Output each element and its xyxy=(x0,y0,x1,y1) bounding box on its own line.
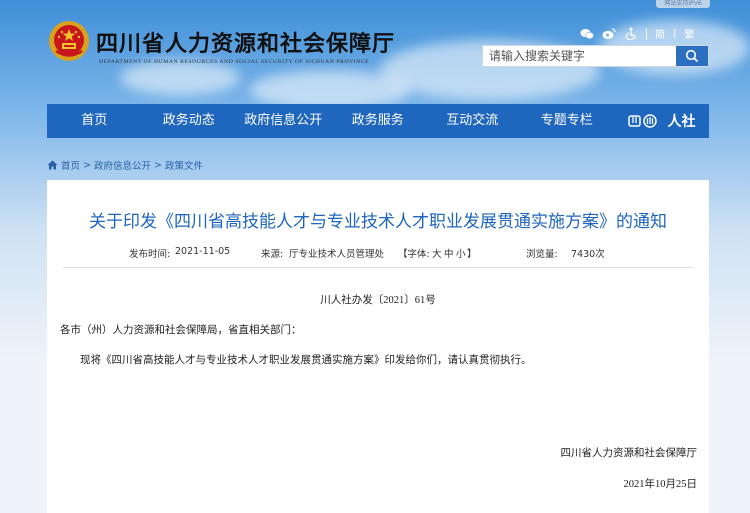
home-icon xyxy=(47,160,58,170)
document-number: 川人社办发〔2021〕61号 xyxy=(320,295,436,306)
nav-logo-text: 人社 xyxy=(667,114,696,130)
breadcrumb-separator: > xyxy=(154,159,162,171)
ipv6-badge: 网站支持IPV6 xyxy=(656,0,710,8)
nav-item-gov-info[interactable]: 政府信息公开 xyxy=(236,104,331,138)
nav-item-interaction[interactable]: 互动交流 xyxy=(425,104,520,138)
article-panel: 关于印发《四川省高技能人才与专业技术人才职业发展贯通实施方案》的通知 发布时间:… xyxy=(47,180,709,513)
site-subtitle: DEPARTMENT OF HUMAN RESOURCES AND SOCIAL… xyxy=(99,59,370,65)
sichuan-logo-icon xyxy=(627,114,657,128)
font-size-close: 】 xyxy=(467,249,477,260)
font-size-large-button[interactable]: 大 xyxy=(432,246,442,260)
addressee: 各市（州）人力资源和社会保障局，省直相关部门： xyxy=(60,325,302,336)
lang-simplified-link[interactable]: 简 xyxy=(655,26,665,41)
nav-item-topics[interactable]: 专题专栏 xyxy=(520,104,615,138)
signature-date: 2021年10月25日 xyxy=(623,479,698,490)
nav-item-news[interactable]: 政务动态 xyxy=(142,104,237,138)
cloud-decoration xyxy=(120,60,240,95)
source-value: 厅专业技术人员管理处 xyxy=(289,249,385,260)
utility-bar: 简 | 繁 xyxy=(580,26,694,41)
lang-traditional-link[interactable]: 繁 xyxy=(684,26,694,41)
sichuan-hrss-logo[interactable]: 人社 xyxy=(614,111,709,131)
wechat-icon[interactable] xyxy=(580,27,594,41)
article-meta: 发布时间: 2021-11-05 来源: 厅专业技术人员管理处 【字体: 大 中… xyxy=(47,244,709,262)
article-title: 关于印发《四川省高技能人才与专业技术人才职业发展贯通实施方案》的通知 xyxy=(89,212,667,232)
views-label: 浏览量: xyxy=(526,249,558,260)
weibo-icon[interactable] xyxy=(602,27,616,41)
breadcrumb-separator: > xyxy=(83,159,91,171)
search-input[interactable] xyxy=(483,46,676,66)
nav-item-home[interactable]: 首页 xyxy=(47,104,142,138)
font-size-medium-button[interactable]: 中 xyxy=(444,246,454,260)
font-size-label: 【字体: xyxy=(398,249,430,260)
divider xyxy=(646,27,647,40)
signature-organization: 四川省人力资源和社会保障厅 xyxy=(560,448,698,459)
accessibility-icon[interactable] xyxy=(624,27,638,41)
site-title[interactable]: 四川省人力资源和社会保障厅 xyxy=(96,26,395,58)
meta-divider xyxy=(63,267,693,268)
article-body: 现将《四川省高技能人才与专业技术人才职业发展贯通实施方案》印发给你们，请认真贯彻… xyxy=(80,355,532,366)
source-label: 来源: xyxy=(261,249,284,260)
national-emblem-icon[interactable] xyxy=(48,20,90,62)
breadcrumb: 首页 > 政府信息公开 > 政策文件 xyxy=(47,158,203,172)
views-count: 7430次 xyxy=(571,249,605,260)
publish-label: 发布时间: xyxy=(129,249,171,260)
search-button[interactable] xyxy=(676,46,708,66)
breadcrumb-policy-link[interactable]: 政策文件 xyxy=(165,158,203,172)
nav-item-services[interactable]: 政务服务 xyxy=(331,104,426,138)
font-size-small-button[interactable]: 小 xyxy=(456,246,466,260)
search-icon xyxy=(685,49,699,63)
search-box xyxy=(482,45,709,67)
main-nav: 首页 政务动态 政府信息公开 政务服务 互动交流 专题专栏 人社 xyxy=(47,104,709,138)
lang-separator: | xyxy=(673,28,677,39)
publish-date: 2021-11-05 xyxy=(175,246,231,257)
breadcrumb-home-link[interactable]: 首页 xyxy=(61,158,80,172)
breadcrumb-gov-info-link[interactable]: 政府信息公开 xyxy=(94,158,151,172)
